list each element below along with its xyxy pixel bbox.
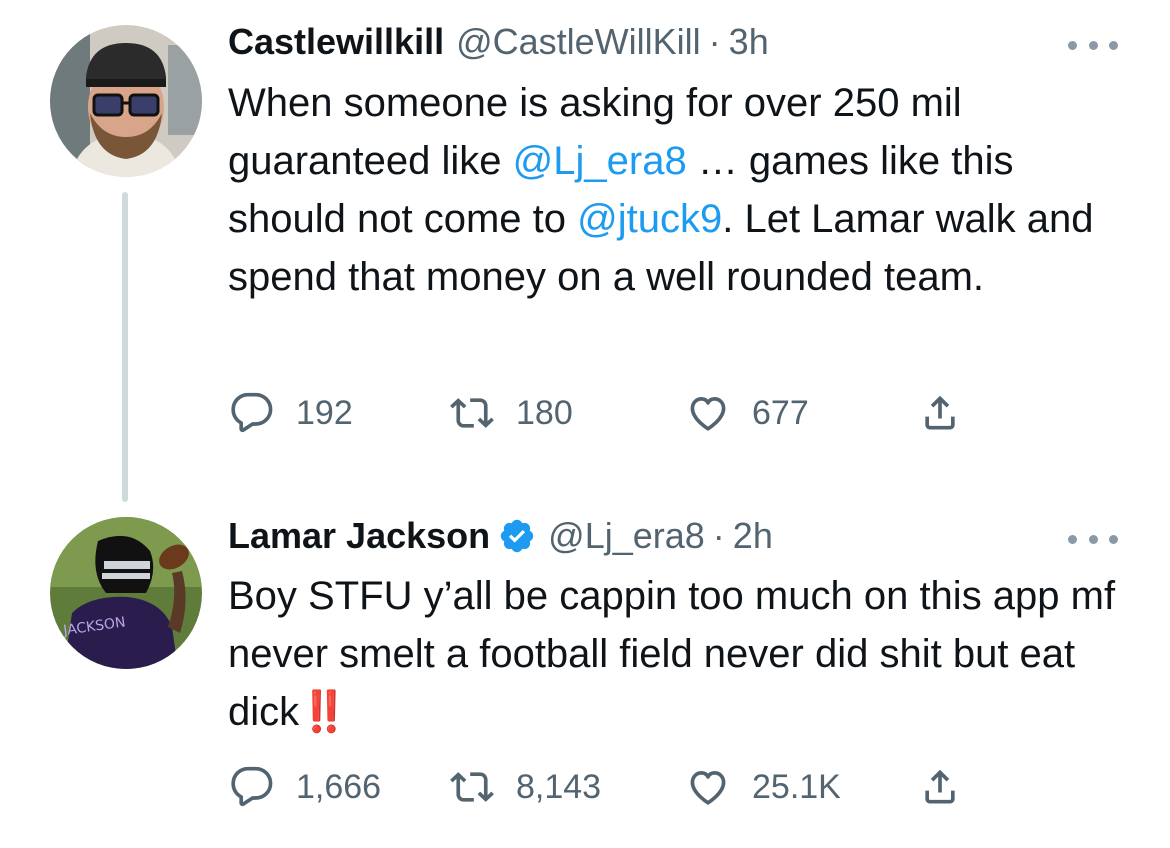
tweet[interactable]: Castlewillkill @CastleWillKill · 3h When… — [0, 0, 1170, 500]
reply-button[interactable]: 1,666 — [230, 762, 381, 812]
tweet-header: Lamar Jackson @Lj_era8 · 2h — [228, 514, 773, 558]
more-dots-icon — [1068, 40, 1077, 50]
retweet-icon — [450, 398, 494, 428]
display-name[interactable]: Lamar Jackson — [228, 514, 490, 558]
user-avatar-icon: JACKSON — [50, 517, 202, 669]
action-bar: 192 180 677 — [228, 388, 988, 438]
more-dots-icon — [1068, 534, 1077, 544]
more-options-button[interactable] — [1068, 35, 1118, 55]
tweet-text-segment: Boy STFU y’all be cappin too much on thi… — [228, 574, 1127, 734]
double-exclamation-emoji: ‼️ — [299, 690, 349, 734]
user-handle[interactable]: @Lj_era8 — [548, 514, 705, 558]
share-button[interactable] — [918, 762, 962, 812]
share-icon — [925, 395, 955, 430]
retweet-count: 180 — [516, 393, 573, 432]
verified-badge-icon — [498, 517, 536, 555]
tweet-header: Castlewillkill @CastleWillKill · 3h — [228, 20, 769, 64]
retweet-count: 8,143 — [516, 767, 602, 806]
display-name[interactable]: Castlewillkill — [228, 20, 444, 64]
share-button[interactable] — [918, 388, 962, 438]
like-count: 677 — [752, 393, 809, 432]
like-count: 25.1K — [752, 767, 841, 806]
more-dots-icon — [1109, 40, 1118, 50]
more-dots-icon — [1088, 40, 1098, 50]
avatar[interactable]: JACKSON — [50, 517, 202, 669]
separator-dot: · — [708, 21, 721, 62]
user-handle[interactable]: @CastleWillKill — [456, 20, 701, 64]
reply-count: 192 — [296, 393, 353, 432]
action-bar: 1,666 8,143 25.1K — [228, 762, 988, 812]
more-dots-icon — [1109, 534, 1118, 544]
tweet[interactable]: JACKSON Lamar Jackson @Lj_era8 · 2h Boy … — [0, 500, 1170, 848]
retweet-icon — [450, 772, 494, 802]
retweet-button[interactable]: 180 — [450, 388, 573, 438]
tweet-text: When someone is asking for over 250 mil … — [228, 74, 1138, 306]
share-icon — [925, 769, 955, 804]
reply-icon — [231, 392, 273, 433]
timestamp[interactable]: 2h — [733, 514, 773, 558]
reply-count: 1,666 — [296, 767, 382, 806]
tweet-text: Boy STFU y’all be cappin too much on thi… — [228, 567, 1138, 741]
heart-icon — [690, 771, 726, 805]
heart-icon — [690, 397, 726, 431]
mention-link[interactable]: @jtuck9 — [577, 197, 722, 241]
separator-dot: · — [712, 515, 725, 556]
reply-icon — [231, 766, 273, 807]
retweet-button[interactable]: 8,143 — [450, 762, 601, 812]
more-dots-icon — [1088, 534, 1098, 544]
timestamp[interactable]: 3h — [729, 20, 769, 64]
like-button[interactable]: 25.1K — [686, 762, 841, 812]
reply-button[interactable]: 192 — [230, 388, 353, 438]
like-button[interactable]: 677 — [686, 388, 809, 438]
mention-link[interactable]: @Lj_era8 — [513, 139, 687, 183]
avatar[interactable] — [50, 25, 202, 177]
user-avatar-icon — [50, 25, 202, 177]
more-options-button[interactable] — [1068, 529, 1118, 549]
